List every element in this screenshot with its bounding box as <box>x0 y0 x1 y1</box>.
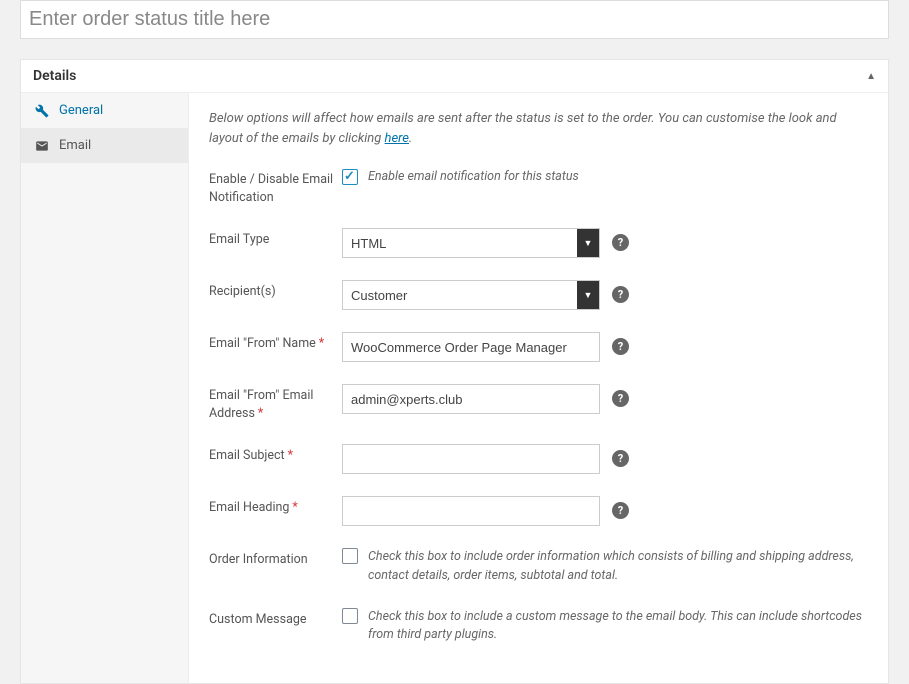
details-panel: Details ▲ General Email Below options wi… <box>20 59 889 684</box>
help-icon[interactable]: ? <box>612 338 629 355</box>
content-area: Below options will affect how emails are… <box>189 93 888 683</box>
intro-text: Below options will affect how emails are… <box>209 109 868 148</box>
wrench-icon <box>35 104 49 118</box>
collapse-icon[interactable]: ▲ <box>866 71 876 82</box>
custom-message-checkbox[interactable] <box>342 608 358 624</box>
subject-input[interactable] <box>342 444 600 474</box>
row-from-name: Email "From" Name* ? <box>209 332 868 362</box>
sidebar-item-email[interactable]: Email <box>21 128 188 163</box>
row-from-email: Email "From" Email Address* ? <box>209 384 868 422</box>
from-name-input[interactable] <box>342 332 600 362</box>
label-email-type: Email Type <box>209 228 342 249</box>
enable-notification-label: Enable email notification for this statu… <box>368 168 579 187</box>
email-icon <box>35 139 49 153</box>
label-from-email: Email "From" Email Address* <box>209 384 342 422</box>
sidebar-item-label: Email <box>59 138 91 153</box>
label-recipients: Recipient(s) <box>209 280 342 301</box>
details-header: Details ▲ <box>21 60 888 93</box>
label-enable: Enable / Disable Email Notification <box>209 168 342 206</box>
row-order-info: Order Information Check this box to incl… <box>209 548 868 586</box>
label-heading: Email Heading* <box>209 496 342 517</box>
heading-input[interactable] <box>342 496 600 526</box>
label-from-name: Email "From" Name* <box>209 332 342 353</box>
order-status-title-input[interactable] <box>29 4 880 35</box>
label-order-info: Order Information <box>209 548 342 569</box>
row-custom-message: Custom Message Check this box to include… <box>209 608 868 646</box>
email-type-select[interactable]: HTML <box>342 228 600 258</box>
sidebar-item-general[interactable]: General <box>21 93 188 128</box>
from-email-input[interactable] <box>342 384 600 414</box>
help-icon[interactable]: ? <box>612 390 629 407</box>
sidebar: General Email <box>21 93 189 683</box>
label-custom-message: Custom Message <box>209 608 342 629</box>
enable-notification-checkbox[interactable] <box>342 169 358 185</box>
details-title: Details <box>33 68 76 84</box>
sidebar-item-label: General <box>59 103 103 118</box>
help-icon[interactable]: ? <box>612 234 629 251</box>
label-subject: Email Subject* <box>209 444 342 465</box>
row-recipients: Recipient(s) Customer ? <box>209 280 868 310</box>
details-body: General Email Below options will affect … <box>21 93 888 683</box>
custom-message-label: Check this box to include a custom messa… <box>368 608 868 646</box>
help-icon[interactable]: ? <box>612 286 629 303</box>
row-heading: Email Heading* ? <box>209 496 868 526</box>
help-icon[interactable]: ? <box>612 450 629 467</box>
title-input-wrap <box>20 0 889 39</box>
recipients-select[interactable]: Customer <box>342 280 600 310</box>
row-subject: Email Subject* ? <box>209 444 868 474</box>
help-icon[interactable]: ? <box>612 502 629 519</box>
order-info-checkbox[interactable] <box>342 548 358 564</box>
row-email-type: Email Type HTML ? <box>209 228 868 258</box>
order-info-label: Check this box to include order informat… <box>368 548 868 586</box>
row-enable-notification: Enable / Disable Email Notification Enab… <box>209 168 868 206</box>
intro-link[interactable]: here <box>385 131 409 146</box>
